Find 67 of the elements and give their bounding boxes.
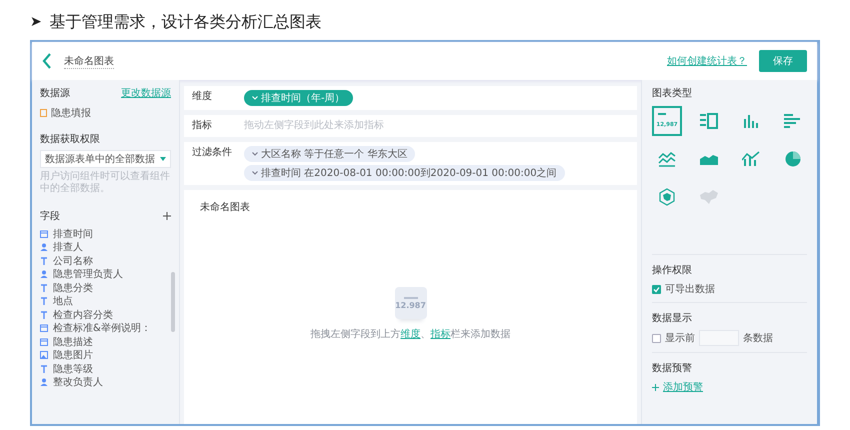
checkbox[interactable] xyxy=(652,334,661,342)
text-type-icon xyxy=(40,256,48,265)
source-name: 隐患填报 xyxy=(51,106,91,120)
pie-chart-icon xyxy=(785,151,801,167)
calendar-icon xyxy=(40,230,48,238)
empty-hint: 拖拽左侧字段到上方维度、指标栏来添加数据 xyxy=(310,328,510,341)
section-label: 数据获取权限 xyxy=(40,132,101,146)
calendar-icon xyxy=(40,338,48,346)
field-item[interactable]: 排查时间 xyxy=(53,226,93,241)
form-icon xyxy=(40,109,47,117)
field-item[interactable]: 隐患管理负责人 xyxy=(53,267,123,282)
field-item[interactable]: 隐患描述 xyxy=(53,334,93,349)
permission-hint: 用户访问组件时可以查看组件中的全部数据。 xyxy=(40,171,171,195)
permission-select[interactable]: 数据源表单中的全部数据 xyxy=(40,150,171,168)
back-icon[interactable] xyxy=(42,53,52,69)
map-icon xyxy=(699,189,719,205)
field-item[interactable]: 整改负责人 xyxy=(53,375,103,390)
section-label: 图表类型 xyxy=(652,86,693,100)
field-item[interactable]: 检查内容分类 xyxy=(53,308,113,322)
option-label: 可导出数据 xyxy=(665,282,715,296)
line-chart-icon xyxy=(658,151,676,167)
add-icon[interactable] xyxy=(163,212,171,220)
add-icon xyxy=(652,384,659,390)
table-icon xyxy=(700,113,718,129)
field-item[interactable]: 检查标准&举例说明： xyxy=(53,321,151,336)
chevron-icon xyxy=(252,96,258,100)
text-type-icon xyxy=(40,284,48,292)
checkbox[interactable] xyxy=(652,284,661,294)
section-label: 字段 xyxy=(40,210,60,223)
section-label: 数据预警 xyxy=(652,362,693,375)
filter-chip[interactable]: 排查时间 在2020-08-01 00:00:00到2020-09-01 00:00:00之间 xyxy=(244,165,565,181)
slide-heading: 基于管理需求，设计各类分析汇总图表 xyxy=(50,12,322,32)
caret-icon xyxy=(160,157,166,161)
person-icon xyxy=(40,378,48,386)
person-icon xyxy=(40,243,48,252)
calendar-icon xyxy=(40,324,48,332)
bar-chart-icon xyxy=(784,113,802,129)
chevron-icon xyxy=(252,152,258,156)
option-suffix: 条数据 xyxy=(743,332,773,345)
section-label: 操作权限 xyxy=(652,264,693,277)
field-item[interactable]: 排查人 xyxy=(53,240,83,254)
bullet-arrow: ➤ xyxy=(30,14,42,30)
image-icon xyxy=(40,351,48,360)
radar-chart-icon xyxy=(658,188,676,206)
bar-label: 指标 xyxy=(192,119,213,133)
field-item[interactable]: 公司名称 xyxy=(53,254,93,268)
column-chart-icon xyxy=(742,113,760,129)
person-icon xyxy=(40,270,48,278)
chart-name[interactable]: 未命名图表 xyxy=(64,54,114,68)
field-item[interactable]: 隐患图片 xyxy=(53,348,93,362)
option-label: 显示前 xyxy=(665,332,695,345)
card-title: 未命名图表 xyxy=(200,200,251,214)
scrollbar[interactable] xyxy=(171,272,175,332)
number-card-illustration: 12.987 xyxy=(394,287,426,319)
section-label: 数据显示 xyxy=(652,312,693,325)
chevron-icon xyxy=(252,171,258,175)
bar-label: 过滤条件 xyxy=(192,146,233,160)
combo-chart-icon xyxy=(742,151,760,167)
text-type-icon xyxy=(40,297,48,306)
section-label: 数据源 xyxy=(40,87,70,100)
field-item[interactable]: 隐患等级 xyxy=(53,362,93,376)
text-type-icon xyxy=(40,364,48,373)
text-type-icon xyxy=(40,310,48,319)
bar-label: 维度 xyxy=(192,90,213,104)
field-item[interactable]: 隐患分类 xyxy=(53,280,93,295)
field-item[interactable]: 地点 xyxy=(53,294,73,308)
filter-chip[interactable]: 大区名称 等于任意一个 华东大区 xyxy=(244,146,416,162)
